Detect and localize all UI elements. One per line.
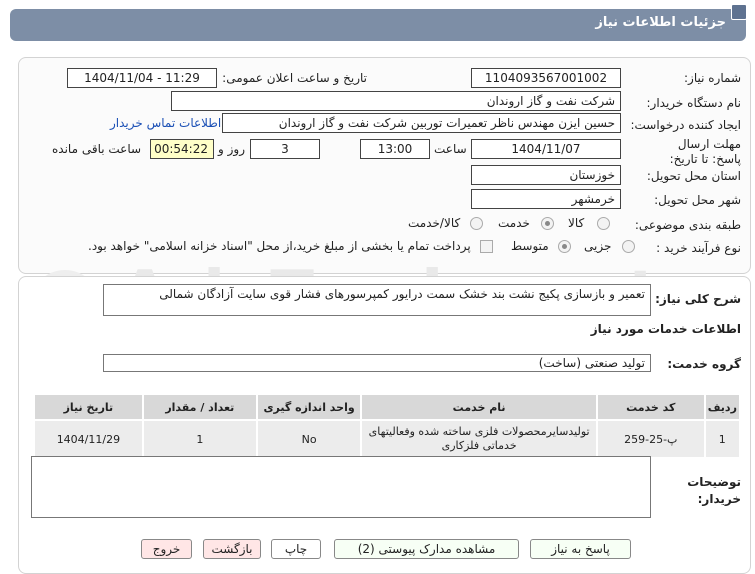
deadline-date-field[interactable]: 1404/11/07: [471, 139, 621, 159]
category-radio-both[interactable]: [470, 217, 483, 230]
announce-label: تاریخ و ساعت اعلان عمومی:: [222, 71, 367, 85]
deadline-time-field[interactable]: 13:00: [360, 139, 430, 159]
payment-note: پرداخت تمام یا بخشی از مبلغ خرید،از محل …: [88, 239, 471, 253]
treasury-checkbox[interactable]: [480, 240, 493, 253]
buyer-notes-label: توضیحات خریدار:: [687, 475, 741, 506]
category-option-service: خدمت: [498, 216, 530, 230]
need-number-label: شماره نیاز:: [684, 71, 741, 85]
remaining-time-label: ساعت باقی مانده: [52, 142, 142, 156]
city-field[interactable]: خرمشهر: [471, 189, 621, 209]
process-label: نوع فرآیند خرید :: [656, 241, 741, 255]
category-radio-service[interactable]: [541, 217, 554, 230]
description-field[interactable]: تعمیر و بازسازی پکیج نشت بند خشک سمت درا…: [103, 284, 651, 316]
col-header-quantity: تعداد / مقدار: [141, 393, 258, 421]
col-header-name: نام خدمت: [360, 393, 598, 421]
category-radio-goods[interactable]: [597, 217, 610, 230]
services-table: ردیف کد خدمت نام خدمت واحد اندازه گیری ت…: [33, 393, 742, 459]
requester-field[interactable]: حسین ایزن مهندس ناظر تعمیرات توربین شرکت…: [222, 113, 621, 133]
services-title: اطلاعات خدمات مورد نیاز: [590, 322, 741, 336]
description-label: شرح کلی نیاز:: [655, 292, 741, 306]
col-header-need-date: تاریخ نیاز: [33, 393, 144, 421]
days-field[interactable]: 3: [250, 139, 320, 159]
cell-row-number: 1: [703, 419, 742, 459]
cell-quantity: 1: [141, 419, 258, 459]
cell-need-date: 1404/11/29: [33, 419, 144, 459]
deadline-time-label: ساعت: [434, 142, 467, 156]
col-header-code: کد خدمت: [595, 393, 706, 421]
category-option-both: کالا/خدمت: [408, 216, 461, 230]
process-option-medium: متوسط: [511, 239, 549, 253]
process-option-minor: جزیی: [584, 239, 612, 253]
process-radio-minor[interactable]: [622, 240, 635, 253]
col-header-unit: واحد اندازه گیری: [255, 393, 363, 421]
service-group-field[interactable]: تولید صنعتی (ساخت): [103, 354, 651, 372]
city-label: شهر محل تحویل:: [654, 193, 741, 207]
days-label: روز و: [218, 142, 245, 156]
process-radio-medium[interactable]: [558, 240, 571, 253]
collapse-button[interactable]: [731, 4, 747, 20]
service-group-label: گروه خدمت:: [667, 357, 741, 371]
cell-service-code: پ-25-259: [595, 419, 706, 459]
requester-label: ایجاد کننده درخواست:: [630, 118, 741, 132]
cell-unit: No: [255, 419, 363, 459]
page-title: جزئیات اطلاعات نیاز: [595, 15, 726, 30]
buyer-org-label: نام دستگاه خریدار:: [646, 96, 742, 110]
buyer-notes-field[interactable]: [31, 456, 651, 518]
print-button[interactable]: چاپ: [271, 539, 321, 559]
table-row: 1 پ-25-259 تولیدسایرمحصولات فلزی ساخته ش…: [33, 419, 742, 459]
province-field[interactable]: خوزستان: [471, 165, 621, 185]
remaining-time-field: 00:54:22: [150, 139, 214, 159]
exit-button[interactable]: خروج: [141, 539, 192, 559]
announce-field[interactable]: 1404/11/04 - 11:29: [67, 68, 217, 88]
cell-service-name: تولیدسایرمحصولات فلزی ساخته شده وفعالیته…: [360, 419, 598, 459]
reply-button[interactable]: پاسخ به نیاز: [530, 539, 631, 559]
need-number-field[interactable]: 1104093567001002: [471, 68, 621, 88]
col-header-row: ردیف: [703, 393, 742, 421]
category-option-goods: کالا: [568, 216, 585, 230]
contact-info-link[interactable]: اطلاعات تماس خریدار: [110, 116, 221, 130]
category-label: طبقه بندی موضوعی:: [634, 218, 741, 232]
attachments-button[interactable]: مشاهده مدارک پیوستی (2): [334, 539, 519, 559]
page-title-bar: جزئیات اطلاعات نیاز: [10, 9, 746, 41]
buyer-org-field[interactable]: شرکت نفت و گاز اروندان: [171, 91, 621, 111]
deadline-label: مهلت ارسال پاسخ: تا تاریخ:: [669, 137, 741, 166]
back-button[interactable]: بازگشت: [203, 539, 261, 559]
province-label: استان محل تحویل:: [646, 169, 741, 183]
